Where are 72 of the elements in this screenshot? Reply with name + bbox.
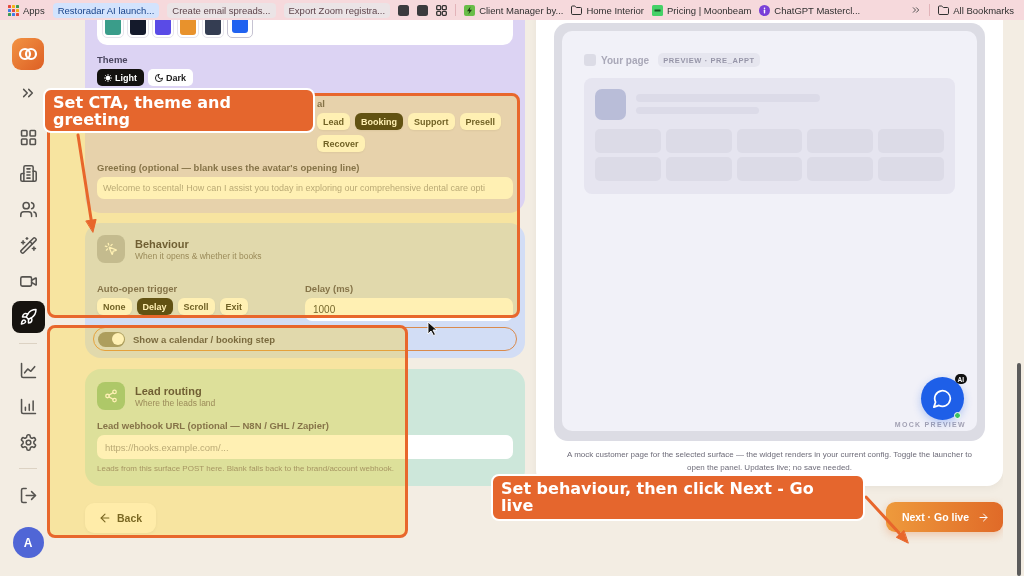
rocket-icon[interactable] [11, 301, 45, 333]
bar-chart-icon[interactable] [19, 397, 37, 415]
share-icon [97, 382, 125, 410]
tab-group-chip[interactable]: Restoradar AI launch... [52, 2, 160, 18]
folder-icon [571, 4, 583, 16]
magic-wand-icon[interactable] [19, 236, 37, 254]
goal-option[interactable]: Booking [355, 113, 403, 130]
status-dot-icon [954, 412, 961, 419]
toggle-label: Show a calendar / booking step [133, 333, 275, 345]
building-icon[interactable] [19, 164, 37, 182]
bookmark-link[interactable]: Home Interior [571, 2, 644, 18]
sun-icon [104, 73, 112, 82]
goal-option[interactable]: Recover [317, 135, 365, 152]
field-label: Delay (ms) [305, 283, 355, 295]
field-label: Auto-open trigger [97, 283, 179, 295]
square-favicon-icon[interactable] [417, 4, 429, 16]
grid-icon[interactable] [19, 128, 37, 146]
bookmark-link[interactable]: Pricing | Moonbeam [652, 2, 752, 18]
trigger-option[interactable]: None [97, 298, 132, 315]
annotation-callout: Set CTA, theme and greeting [43, 88, 315, 133]
annotation-callout: Set behaviour, then click Next - Go live [491, 474, 865, 521]
card-subtitle: When it opens & whether it books [135, 250, 262, 261]
moon-icon [155, 73, 163, 82]
circle-favicon-icon [759, 4, 771, 16]
theme-button[interactable]: Dark [148, 69, 193, 86]
all-bookmarks-button[interactable]: All Bookmarks [938, 2, 1014, 18]
scrollbar-thumb[interactable] [1017, 363, 1021, 576]
goal-option[interactable]: Presell [459, 113, 502, 130]
double-chevron-icon[interactable] [911, 5, 922, 15]
goal-option[interactable]: Lead [317, 113, 350, 130]
folder-icon [938, 4, 950, 16]
skeleton-avatar [595, 89, 626, 120]
theme-button[interactable]: Light [97, 69, 144, 86]
people-icon[interactable] [19, 200, 37, 218]
arrow-right-icon [978, 511, 989, 523]
chat-launcher-button[interactable] [921, 377, 964, 420]
page-label: Your page [601, 54, 650, 66]
square-favicon-icon[interactable] [398, 4, 410, 16]
delay-input-field[interactable]: 1000 [305, 298, 513, 321]
line-chart-icon[interactable] [19, 361, 37, 379]
back-button[interactable]: Back [85, 503, 157, 533]
bookmark-link[interactable]: Client Manager by... [464, 2, 564, 18]
card-title: Behaviour [135, 237, 190, 250]
logo-icon[interactable] [12, 38, 44, 70]
settings-icon[interactable] [19, 433, 37, 451]
bookmark-link[interactable]: ChatGPT Mastercl... [759, 2, 861, 18]
trigger-option[interactable]: Scroll [177, 298, 215, 315]
trigger-option[interactable]: Exit [219, 298, 249, 315]
field-label: Theme [97, 54, 129, 66]
logout-icon[interactable] [19, 486, 37, 504]
field-label: Greeting (optional — blank uses the avatar's opening line) [97, 162, 361, 174]
field-label: Lead webhook URL (optional — N8N / GHL / Zapier) [97, 420, 330, 432]
cursor-click-icon [97, 235, 125, 263]
toggle-switch[interactable] [98, 331, 125, 347]
card-title: Lead routing [135, 384, 203, 397]
chat-bubble-icon [933, 389, 952, 408]
preview-caption: A mock customer page for the selected surface — the widget renders in your current config. Toggle the launcher to open the panel. Updates live; no save needed. [566, 449, 973, 474]
field-label: al [317, 98, 326, 110]
arrow-left-icon [99, 512, 111, 524]
lightning-favicon-icon [464, 4, 476, 16]
grid-icon[interactable] [436, 4, 448, 16]
apps-button[interactable]: Apps [8, 2, 45, 18]
favicon-icon [652, 4, 663, 16]
tab-group-chip[interactable]: Create email spreads... [167, 2, 276, 18]
tab-group-chip[interactable]: Export Zoom registra... [283, 2, 391, 18]
mouse-pointer-icon [427, 321, 437, 336]
apps-grid-icon [8, 4, 19, 16]
card-subtitle: Where the leads land [135, 397, 216, 408]
goal-option[interactable]: Support [408, 113, 455, 130]
help-text: Leads from this surface POST here. Blank falls back to the brand/account webhook. [97, 464, 395, 474]
trigger-option[interactable]: Delay [136, 298, 173, 315]
user-avatar[interactable]: A [12, 527, 44, 558]
